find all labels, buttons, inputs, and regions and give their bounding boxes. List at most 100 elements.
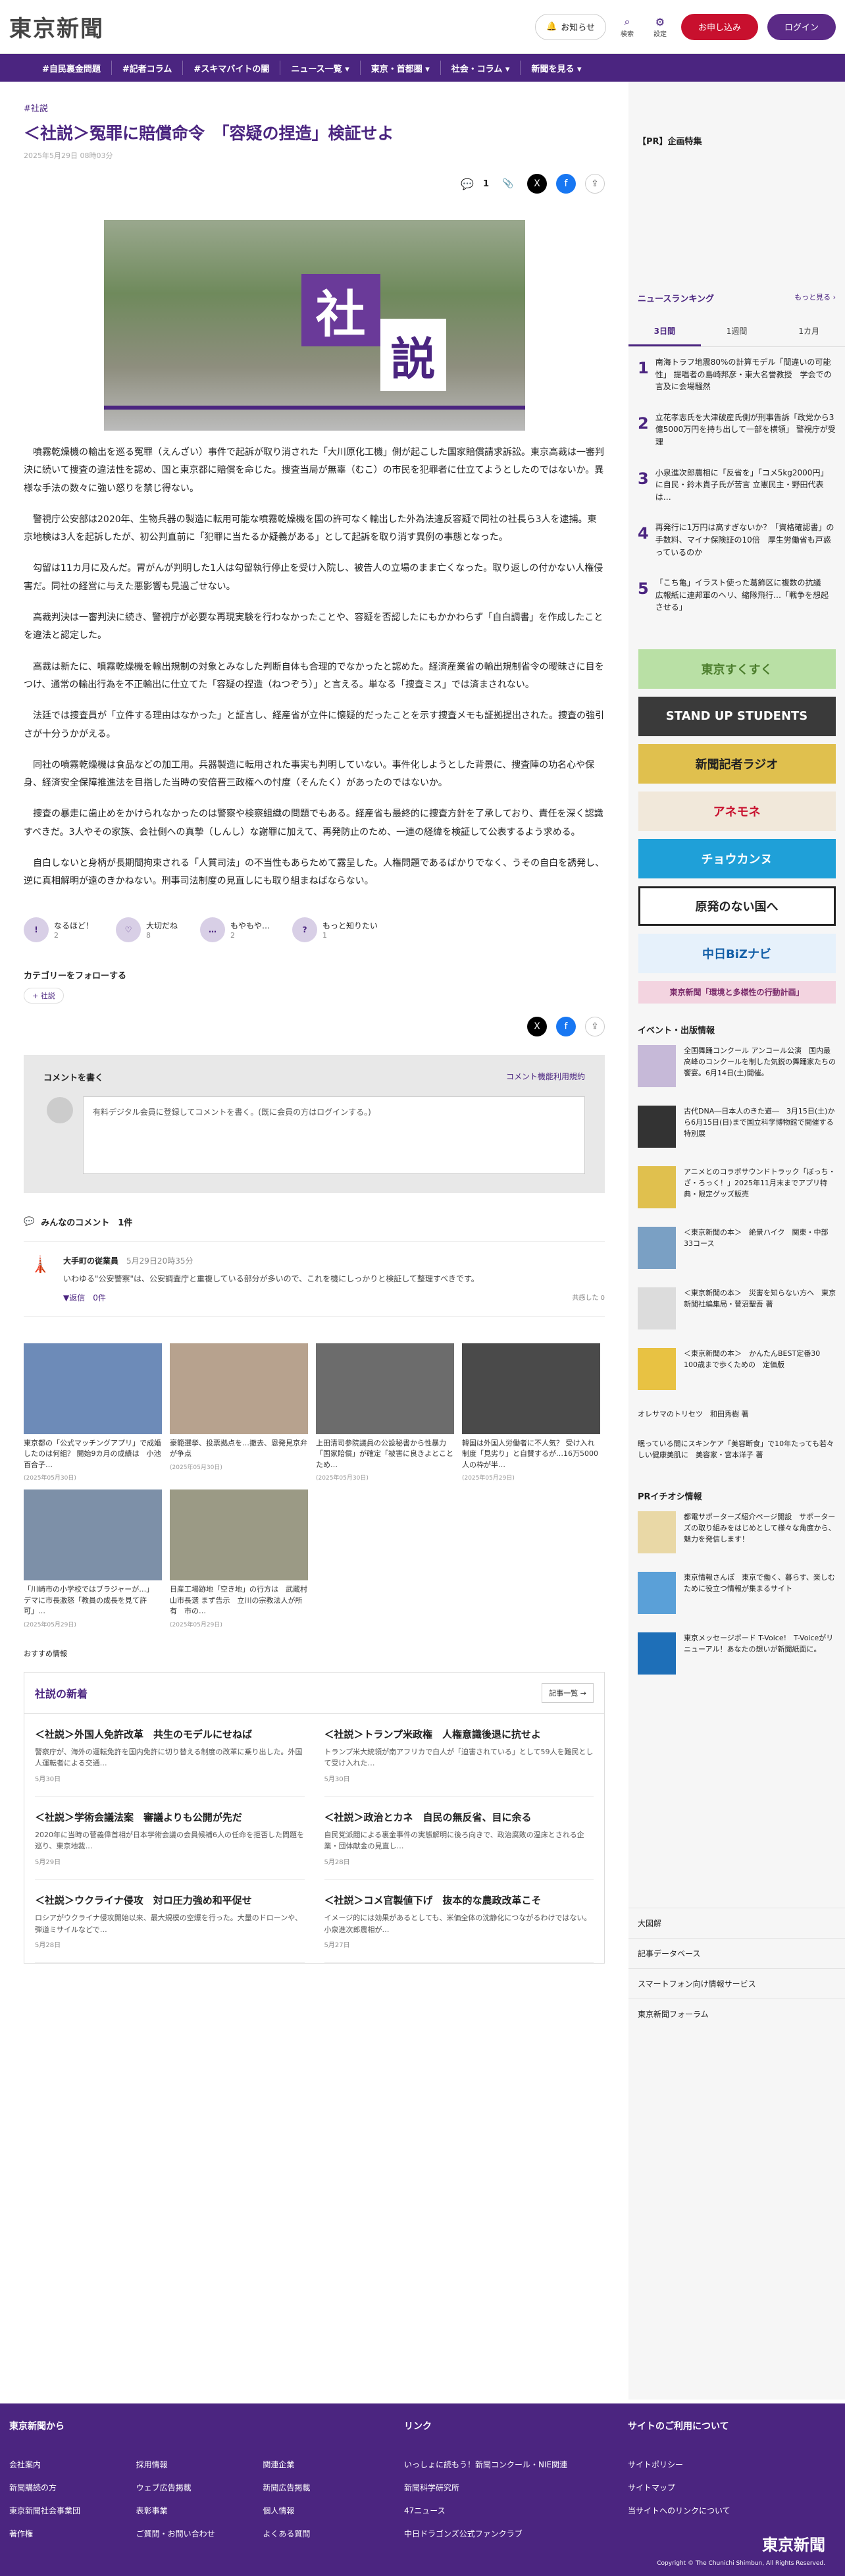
event-item[interactable]: ＜東京新聞の本＞ 絶景ハイク 関東・中部33コース — [628, 1218, 845, 1278]
footer-link[interactable]: 当サイトへのリンクについて — [628, 2505, 825, 2516]
reply-toggle[interactable]: ▼返信 0件 — [63, 1292, 106, 1303]
footer-link[interactable]: 47ニュース — [404, 2505, 602, 2516]
pr-item[interactable]: 東京情報さんぽ 東京で働く、暮らす、楽しむために役立つ情報が集まるサイト — [628, 1563, 845, 1623]
site-logo[interactable]: 東京新聞 — [9, 11, 104, 43]
news-item[interactable]: ＜社説＞ウクライナ侵攻 対ロ圧力強め和平促せ ロシアがウクライナ侵攻開始以来、最大… — [35, 1880, 305, 1964]
category-follow-chip[interactable]: + 社説 — [24, 987, 64, 1004]
notify-button[interactable]: 🔔 お知らせ — [535, 13, 606, 40]
banner-anemone[interactable]: アネモネ — [638, 791, 836, 831]
related-card[interactable]: 豪範選挙、投票拠点を…撤去、恩発見京弁が争点 (2025年05月30日) — [170, 1343, 308, 1482]
clip-icon[interactable]: 📎 — [498, 174, 518, 194]
footer-link[interactable]: サイトポリシー — [628, 2459, 825, 2470]
tab-3days[interactable]: 3日間 — [628, 317, 701, 346]
reaction-taisetsu[interactable]: ♡ 大切だね 8 — [116, 917, 178, 942]
footer-link[interactable]: 著作権 — [9, 2528, 124, 2539]
sidebar-link[interactable]: 大図解 — [628, 1908, 845, 1938]
banner-radio[interactable]: 新聞記者ラジオ — [638, 743, 836, 784]
related-card[interactable]: 上田清司参院議員の公設秘書から性暴力「国家賠償」が確定「被害に良きよとことため…… — [316, 1343, 454, 1482]
settings-button[interactable]: ⚙ 設定 — [648, 16, 672, 38]
search-button[interactable]: ⌕ 検索 — [615, 15, 639, 38]
banner-standup[interactable]: STAND UP STUDENTS — [638, 696, 836, 736]
related-card[interactable]: 日産工場跡地「空き地」の行方は 武蔵村山市長選 まず告示 立川の宗教法人が所有 … — [170, 1489, 308, 1628]
footer-link[interactable]: ウェブ広告掲載 — [136, 2482, 251, 2493]
event-text: ＜東京新聞の本＞ 災害を知らない方へ 東京新聞社編集局・菅沼聖吾 著 — [684, 1288, 836, 1308]
pr-item[interactable]: 東京メッセージボード T-Voice! T-Voiceがリニューアル！あなたの想… — [628, 1623, 845, 1684]
login-button[interactable]: ログイン — [767, 13, 836, 40]
footer-link[interactable]: サイトマップ — [628, 2482, 825, 2493]
footer-link[interactable]: 新聞科学研究所 — [404, 2482, 602, 2493]
x-share-icon[interactable]: X — [527, 174, 547, 194]
footer-link[interactable]: 新聞広告掲載 — [263, 2482, 378, 2493]
banner-genpatsu[interactable]: 原発のない国へ — [638, 886, 836, 926]
news-item[interactable]: ＜社説＞学術会議法案 審議よりも公開が先だ 2020年に当時の菅義偉首相が日本学術… — [35, 1797, 305, 1881]
x-share-icon[interactable]: X — [527, 1016, 547, 1036]
event-thumb — [638, 1166, 676, 1208]
footer-link[interactable]: 新聞購読の方 — [9, 2482, 124, 2493]
related-card[interactable]: 東京都の「公式マッチングアプリ」で成婚したのは何組？ 開始9カ月の成績は 小池百… — [24, 1343, 162, 1482]
article-list-button[interactable]: 記事一覧 → — [542, 1682, 594, 1703]
nav-item[interactable]: #スキマバイトの闇 — [183, 61, 281, 75]
event-item[interactable]: 眠っている間にスキンケア「美容断食」で10年たっても若々しい健康美肌に 美容家・… — [628, 1429, 845, 1470]
ranking-item[interactable]: 5 「こち亀」イラスト使った葛飾区に複数の抗議 広報紙に連邦軍のヘリ、縮隊飛行…「… — [628, 568, 845, 623]
banner-diversity[interactable]: 東京新聞「環境と多様性の行動計画」 — [638, 980, 836, 1004]
pr-item[interactable]: 都電サポーターズ紹介ページ開設 サポーターズの取り組みをはじめとして様々な角度か… — [628, 1502, 845, 1563]
banner-bizuavi[interactable]: 中日BiZナビ — [638, 933, 836, 973]
footer-link[interactable]: ご質問・お問い合わせ — [136, 2528, 251, 2539]
ranking-item[interactable]: 2 立花孝志氏を大津破産氏側が刑事告訴「政党から3億5000万円を持ち出して一部を… — [628, 402, 845, 458]
footer-link[interactable]: いっしょに読もう！新聞コンクール・NIE関連 — [404, 2459, 602, 2470]
reaction-label: もやもや… — [230, 921, 270, 930]
event-item[interactable]: ＜東京新聞の本＞ 災害を知らない方へ 東京新聞社編集局・菅沼聖吾 著 — [628, 1278, 845, 1339]
ranking-item[interactable]: 3 小泉進次郎農相に「反省を」「コメ5kg2000円」に自民・鈴木貴子氏が苦言 立… — [628, 458, 845, 513]
footer-link[interactable]: よくある質問 — [263, 2528, 378, 2539]
nav-item[interactable]: 社会・コラム ▾ — [441, 61, 521, 75]
event-thumb — [638, 1044, 676, 1087]
sidebar-link[interactable]: 記事データベース — [628, 1938, 845, 1968]
nav-item[interactable]: 東京・首都圏 ▾ — [361, 61, 441, 75]
facebook-share-icon[interactable]: f — [556, 1016, 576, 1036]
sidebar-link[interactable]: スマートフォン向け情報サービス — [628, 1968, 845, 1999]
event-item[interactable]: 古代DNA―日本人のきた道― 3月15日(土)から6月15日(日)まで国立科学博… — [628, 1096, 845, 1157]
nav-item[interactable]: #自民裏金問題 — [32, 61, 112, 75]
nav-item[interactable]: #記者コラム — [112, 61, 184, 75]
empathy-button[interactable]: 共感した 0 — [572, 1292, 605, 1303]
news-item[interactable]: ＜社説＞トランプ米政権 人権意識後退に抗せよ トランプ米大統領が南アフリカで白人が… — [324, 1714, 594, 1797]
reaction-naruhodo[interactable]: ! なるほど！ 2 — [24, 917, 93, 942]
event-item[interactable]: オレサマのトリセツ 和田秀樹 著 — [628, 1399, 845, 1429]
footer-link[interactable]: 採用情報 — [136, 2459, 251, 2470]
footer-link[interactable]: 中日ドラゴンズ公式ファンクラブ — [404, 2528, 602, 2539]
comment-input[interactable]: 有料デジタル会員に登録してコメントを書く。(既に会員の方はログインする。) — [47, 1096, 585, 1174]
sidebar-link[interactable]: 東京新聞フォーラム — [628, 1999, 845, 2029]
share-icon[interactable]: ⇪ — [585, 1016, 605, 1036]
banner-sukusuku[interactable]: 東京すくすく — [638, 649, 836, 689]
apply-button[interactable]: お申し込み — [680, 13, 758, 40]
event-item[interactable]: 全国舞踊コンクール アンコール公演 国内最高峰のコンクールを制した気鋭の舞踊家た… — [628, 1036, 845, 1096]
news-item[interactable]: ＜社説＞コメ官製値下げ 抜本的な農政改革こそ イメージ的には効果があるとしても、米… — [324, 1880, 594, 1964]
event-item[interactable]: アニメとのコラボサウンドトラック「ぼっち・ざ・ろっく！」2025年11月末までア… — [628, 1157, 845, 1218]
comment-terms-link[interactable]: コメント機能利用規約 — [506, 1071, 585, 1083]
footer-link[interactable]: 会社案内 — [9, 2459, 124, 2470]
comment-prompt[interactable]: 有料デジタル会員に登録してコメントを書く。(既に会員の方はログインする。) — [93, 1108, 371, 1117]
footer-link[interactable]: 東京新聞社会事業団 — [9, 2505, 124, 2516]
share-icon[interactable]: ⇪ — [585, 174, 605, 194]
reaction-shiritai[interactable]: ? もっと知りたい 1 — [292, 917, 378, 942]
nav-item[interactable]: ニュース一覧 ▾ — [280, 61, 361, 75]
event-item[interactable]: ＜東京新聞の本＞ かんたんBEST定番30 100歳まで歩くための 定価版 — [628, 1339, 845, 1399]
ranking-item[interactable]: 4 再発行に1万円は高すぎないか？「資格確認書」の手数料、マイナ保険証の10倍 厚… — [628, 512, 845, 568]
ranking-more-link[interactable]: もっと見る › — [794, 292, 836, 304]
news-item[interactable]: ＜社説＞政治とカネ 自民の無反省、目に余る 自民党派閥による裏金事件の実態解明に後… — [324, 1797, 594, 1881]
article-tag[interactable]: #社説 — [24, 101, 605, 114]
footer-link[interactable]: 個人情報 — [263, 2505, 378, 2516]
tab-1week[interactable]: 1週間 — [701, 317, 773, 346]
comment-icon[interactable]: 💬 — [461, 178, 474, 190]
reaction-moyamoya[interactable]: … もやもや… 2 — [200, 917, 270, 942]
related-card[interactable]: 「川崎市の小学校ではブラジャーが…」 デマに市長激怒「教員の成長を見て許可」… (… — [24, 1489, 162, 1628]
ranking-item[interactable]: 1 南海トラフ地震80%の計算モデル「間違いの可能性」 提唱者の島崎邦彦・東大名誉… — [628, 347, 845, 402]
facebook-share-icon[interactable]: f — [556, 174, 576, 194]
footer-link[interactable]: 表彰事業 — [136, 2505, 251, 2516]
tab-1month[interactable]: 1カ月 — [773, 317, 845, 346]
footer-link[interactable]: 関連企業 — [263, 2459, 378, 2470]
banner-chokannu[interactable]: チョウカンヌ — [638, 838, 836, 878]
related-card[interactable]: 韓国は外国人労働者に不人気？ 受け入れ制度「見劣り」と自賛するが…16万5000… — [462, 1343, 600, 1482]
news-item[interactable]: ＜社説＞外国人免許改革 共生のモデルにせねば 警察庁が、海外の運転免許を国内免許に… — [35, 1714, 305, 1797]
nav-item[interactable]: 新聞を見る ▾ — [521, 61, 592, 75]
